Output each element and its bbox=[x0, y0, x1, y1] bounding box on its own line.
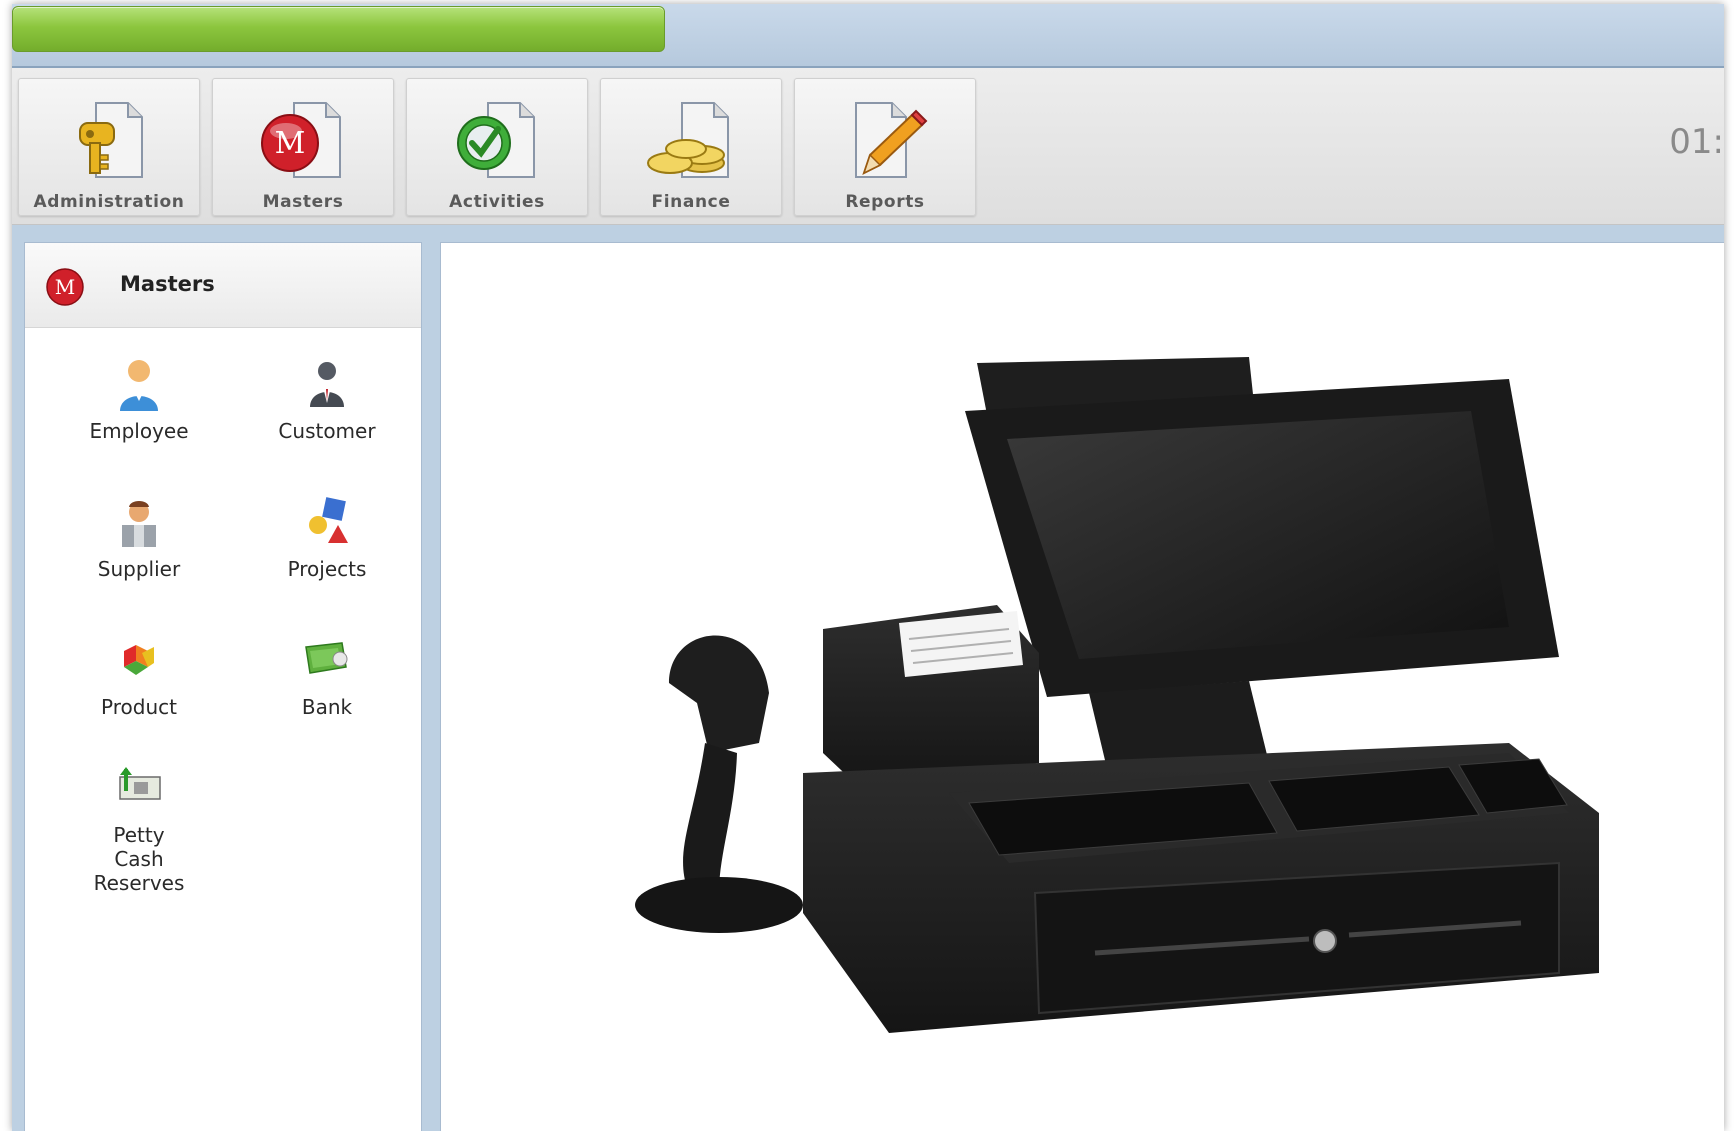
product-icon bbox=[124, 645, 154, 675]
key-document-icon bbox=[79, 102, 143, 178]
master-item-supplier[interactable]: Supplier bbox=[44, 495, 234, 605]
bank-icon bbox=[305, 642, 348, 674]
master-item-projects[interactable]: Projects bbox=[232, 495, 422, 605]
master-item-bank[interactable]: Bank bbox=[232, 633, 422, 743]
finance-button[interactable]: Finance bbox=[600, 78, 782, 216]
activities-label: Activities bbox=[449, 192, 545, 212]
administration-label: Administration bbox=[33, 192, 185, 212]
customer-label: Customer bbox=[278, 419, 376, 443]
reports-button[interactable]: Reports bbox=[794, 78, 976, 216]
panel-header: M Masters bbox=[25, 243, 421, 328]
coins-document-icon bbox=[647, 102, 729, 178]
master-item-petty-cash[interactable]: Petty Cash Reserves bbox=[44, 761, 234, 895]
projects-label: Projects bbox=[287, 557, 367, 581]
app-window: Administration M Masters Activities Fina… bbox=[12, 4, 1724, 1131]
pos-terminal-image bbox=[635, 357, 1599, 1033]
reports-label: Reports bbox=[845, 192, 925, 212]
checkmark-document-icon bbox=[457, 102, 535, 178]
projects-icon bbox=[309, 497, 348, 543]
master-item-employee[interactable]: Employee bbox=[44, 357, 234, 467]
petty-cash-icon bbox=[119, 767, 161, 800]
masters-button[interactable]: M Masters bbox=[212, 78, 394, 216]
masters-label: Masters bbox=[262, 192, 344, 212]
master-item-customer[interactable]: Customer bbox=[232, 357, 422, 467]
master-item-product[interactable]: Product bbox=[44, 633, 234, 743]
top-bar bbox=[12, 4, 1724, 68]
supplier-label: Supplier bbox=[97, 557, 181, 581]
progress-bar bbox=[12, 6, 665, 52]
customer-icon bbox=[310, 362, 344, 407]
clock-text: 01: bbox=[1669, 122, 1724, 162]
masters-m-icon: M bbox=[261, 102, 341, 178]
masters-m-icon: M bbox=[46, 268, 84, 306]
product-label: Product bbox=[101, 695, 177, 719]
main-toolbar: Administration M Masters Activities Fina… bbox=[12, 68, 1724, 225]
pencil-document-icon bbox=[855, 102, 928, 178]
supplier-icon bbox=[122, 501, 156, 547]
svg-text:M: M bbox=[275, 126, 306, 161]
bank-label: Bank bbox=[301, 695, 353, 719]
main-content bbox=[440, 242, 1724, 1131]
employee-label: Employee bbox=[89, 419, 189, 443]
masters-panel: M Masters Employee Customer Supplier Pro… bbox=[24, 242, 422, 1131]
petty-cash-label: Petty Cash Reserves bbox=[93, 823, 185, 895]
finance-label: Finance bbox=[651, 192, 731, 212]
panel-title: Masters bbox=[120, 272, 215, 296]
svg-text:M: M bbox=[55, 275, 75, 299]
activities-button[interactable]: Activities bbox=[406, 78, 588, 216]
administration-button[interactable]: Administration bbox=[18, 78, 200, 216]
employee-icon bbox=[120, 360, 158, 411]
